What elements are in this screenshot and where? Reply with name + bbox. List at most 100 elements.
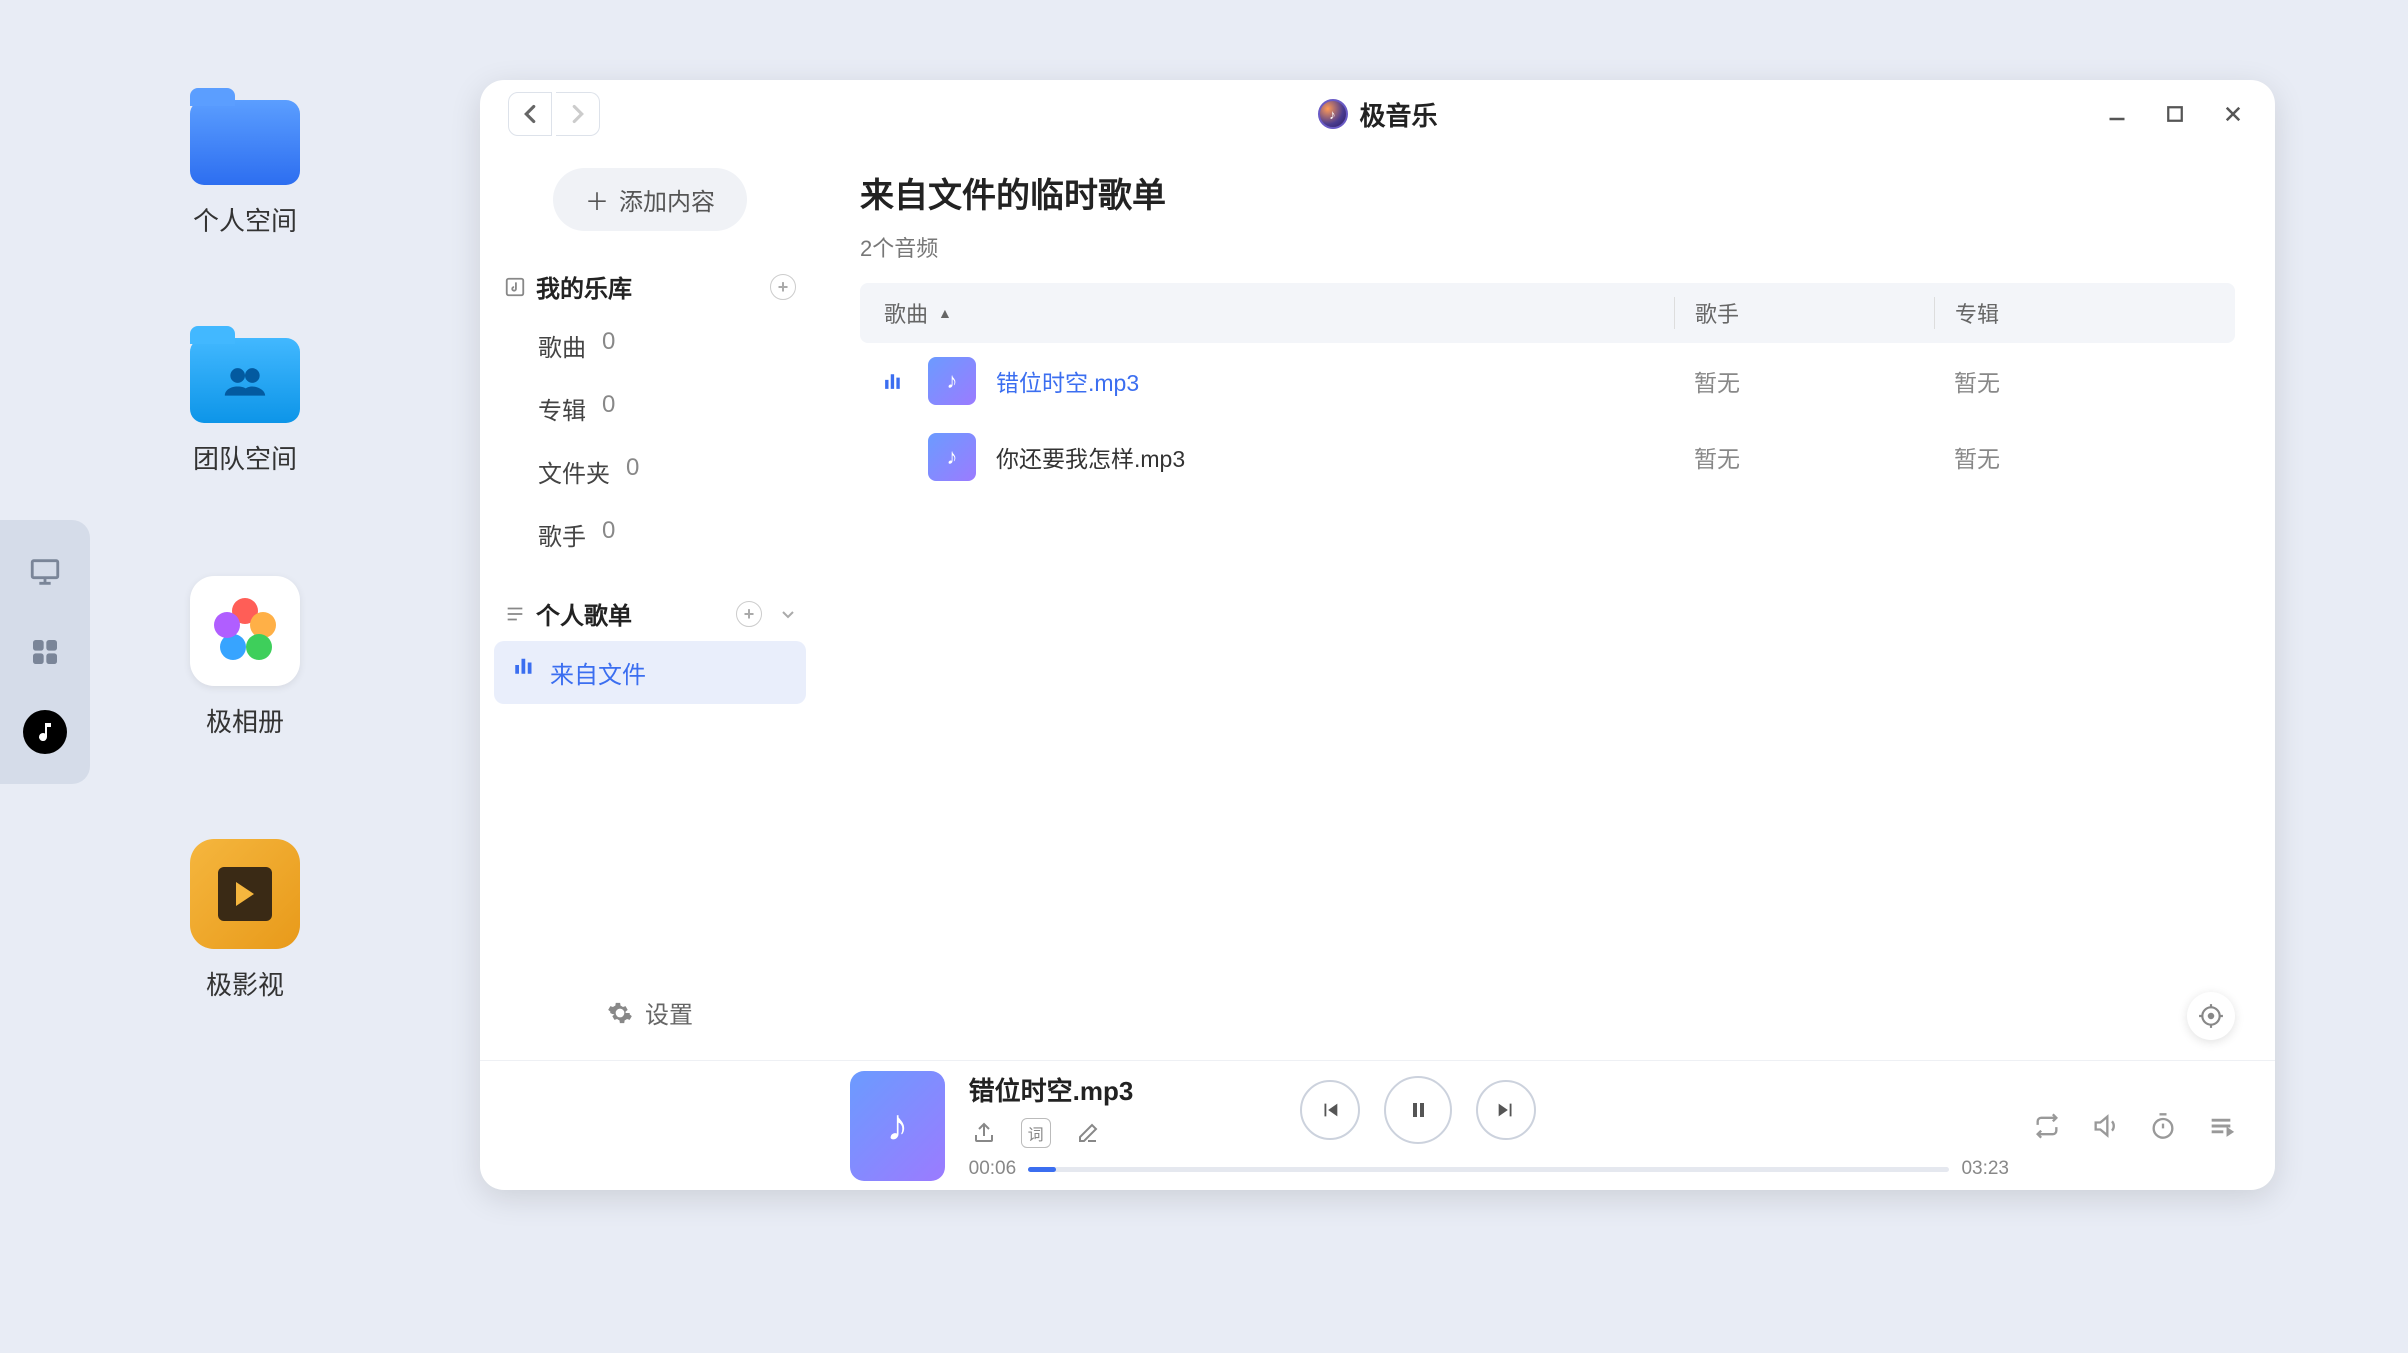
player-bar: ♪ 错位时空.mp3 词 00:06 03:23 [480, 1060, 2275, 1190]
share-button[interactable] [969, 1118, 999, 1148]
desktop-icon-label: 团队空间 [193, 439, 297, 476]
progress-fill [1028, 1167, 1056, 1172]
column-header-album[interactable]: 专辑 [1934, 297, 2211, 329]
photos-app-icon [190, 576, 300, 686]
sidebar: ＋ 添加内容 我的乐库 + 歌曲 0 专辑 0 [480, 148, 820, 1060]
sidebar-item-albums[interactable]: 专辑 0 [498, 377, 802, 440]
track-artist: 暂无 [1674, 440, 1934, 474]
progress-row: 00:06 03:23 [969, 1158, 2009, 1180]
progress-bar[interactable] [1028, 1167, 1949, 1172]
nav-back-button[interactable] [508, 92, 552, 136]
content-title: 来自文件的临时歌单 [860, 168, 2235, 217]
desktop-icon-label: 极相册 [206, 702, 284, 739]
music-app-window: 极音乐 ＋ 添加内容 我的乐库 [480, 80, 2275, 1190]
settings-label: 设置 [645, 995, 693, 1030]
desktop-icon-label: 个人空间 [193, 201, 297, 238]
timer-button[interactable] [2149, 1112, 2177, 1140]
time-total: 03:23 [1961, 1158, 2009, 1180]
previous-track-button[interactable] [1300, 1080, 1360, 1140]
track-album: 暂无 [1934, 364, 2211, 398]
sidebar-item-count: 0 [602, 517, 615, 552]
sidebar-item-from-files[interactable]: 来自文件 [494, 641, 806, 704]
play-pause-button[interactable] [1384, 1076, 1452, 1144]
sidebar-item-label: 歌手 [538, 517, 586, 552]
track-name: 你还要我怎样.mp3 [996, 440, 1185, 474]
desktop-icon-photos[interactable]: 极相册 [190, 576, 300, 739]
minimize-button[interactable] [2103, 100, 2131, 128]
plus-icon: ＋ [585, 182, 609, 217]
lyrics-button[interactable]: 词 [1021, 1118, 1051, 1148]
player-right-controls [2033, 1112, 2235, 1140]
volume-button[interactable] [2091, 1112, 2119, 1140]
track-table-header: 歌曲 ▲ 歌手 专辑 [860, 283, 2235, 343]
sort-arrow-icon: ▲ [938, 305, 952, 321]
track-name: 错位时空.mp3 [996, 364, 1139, 398]
add-content-label: 添加内容 [619, 182, 715, 217]
library-section-header[interactable]: 我的乐库 + [498, 259, 802, 314]
title-center: 极音乐 [1317, 96, 1437, 133]
app-logo-icon [1317, 99, 1347, 129]
time-elapsed: 00:06 [969, 1158, 1017, 1180]
next-track-button[interactable] [1476, 1080, 1536, 1140]
sidebar-item-songs[interactable]: 歌曲 0 [498, 314, 802, 377]
gear-icon [607, 1000, 633, 1026]
chevron-down-icon[interactable] [780, 606, 796, 622]
maximize-button[interactable] [2161, 100, 2189, 128]
playlist-section-header[interactable]: 个人歌单 + [498, 586, 802, 641]
app-title: 极音乐 [1359, 96, 1437, 133]
library-section: 我的乐库 + 歌曲 0 专辑 0 文件夹 0 歌手 0 [480, 259, 820, 566]
sidebar-item-folders[interactable]: 文件夹 0 [498, 440, 802, 503]
playlist-section: 个人歌单 + 来自文件 [480, 586, 820, 704]
add-playlist-button[interactable]: + [736, 601, 762, 627]
player-controls [1300, 1076, 1536, 1144]
repeat-button[interactable] [2033, 1112, 2061, 1140]
sidebar-item-count: 0 [626, 454, 639, 489]
sidebar-item-count: 0 [602, 328, 615, 363]
list-icon [504, 603, 526, 625]
os-taskbar [0, 520, 90, 784]
edit-button[interactable] [1073, 1118, 1103, 1148]
sidebar-item-label: 歌曲 [538, 328, 586, 363]
folder-icon [190, 100, 300, 185]
now-playing-indicator-icon [884, 372, 908, 390]
sidebar-item-label: 专辑 [538, 391, 586, 426]
sidebar-item-label: 文件夹 [538, 454, 610, 489]
nav-forward-button[interactable] [556, 92, 600, 136]
music-note-icon [504, 276, 526, 298]
taskbar-monitor-icon[interactable] [23, 550, 67, 594]
add-to-library-button[interactable]: + [770, 274, 796, 300]
window-controls [2103, 100, 2247, 128]
track-art-icon: ♪ [928, 433, 976, 481]
track-row[interactable]: ♪ 你还要我怎样.mp3 暂无 暂无 [860, 419, 2235, 495]
queue-button[interactable] [2207, 1112, 2235, 1140]
track-table: 歌曲 ▲ 歌手 专辑 ♪ 错 [860, 283, 2235, 1060]
add-content-button[interactable]: ＋ 添加内容 [553, 168, 747, 231]
sidebar-item-label: 来自文件 [550, 655, 646, 690]
settings-button[interactable]: 设置 [480, 965, 820, 1060]
desktop-icon-team-space[interactable]: 团队空间 [190, 338, 300, 476]
column-header-artist[interactable]: 歌手 [1674, 297, 1934, 329]
sidebar-item-count: 0 [602, 391, 615, 426]
app-body: ＋ 添加内容 我的乐库 + 歌曲 0 专辑 0 [480, 148, 2275, 1060]
now-playing-art[interactable]: ♪ [850, 1071, 945, 1181]
track-row[interactable]: ♪ 错位时空.mp3 暂无 暂无 [860, 343, 2235, 419]
taskbar-music-app-icon[interactable] [23, 710, 67, 754]
equalizer-icon [514, 655, 534, 690]
video-app-icon [190, 839, 300, 949]
close-button[interactable] [2219, 100, 2247, 128]
column-header-song[interactable]: 歌曲 ▲ [884, 297, 1674, 329]
titlebar: 极音乐 [480, 80, 2275, 148]
nav-buttons [508, 92, 600, 136]
desktop-icon-label: 极影视 [206, 965, 284, 1002]
library-section-label: 我的乐库 [536, 269, 632, 304]
desktop-icon-personal-space[interactable]: 个人空间 [190, 100, 300, 238]
playlist-section-label: 个人歌单 [536, 596, 632, 631]
track-artist: 暂无 [1674, 364, 1934, 398]
desktop-icon-videos[interactable]: 极影视 [190, 839, 300, 1002]
taskbar-grid-icon[interactable] [23, 630, 67, 674]
locate-track-button[interactable] [2187, 992, 2235, 1040]
folder-team-icon [190, 338, 300, 423]
content-subtitle: 2个音频 [860, 231, 2235, 263]
track-art-icon: ♪ [928, 357, 976, 405]
sidebar-item-artists[interactable]: 歌手 0 [498, 503, 802, 566]
